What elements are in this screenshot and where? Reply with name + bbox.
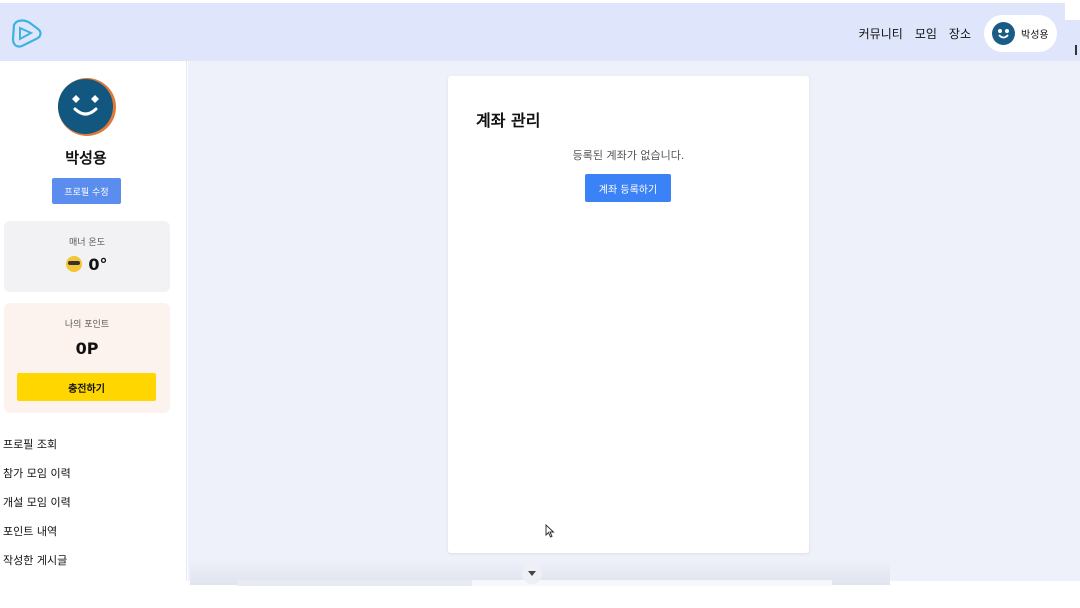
sidebar-item-created-history[interactable]: 개설 모임 이력 [3, 495, 71, 524]
main-nav: 커뮤니티 모임 장소 [859, 25, 971, 42]
app-frame: 커뮤니티 모임 장소 박성용 박성용 프로필 수정 매너 온도 0° 나의 포인… [0, 0, 1080, 608]
charge-button[interactable]: 충전하기 [17, 373, 156, 401]
main-content: 계좌 관리 등록된 계좌가 없습니다. 계좌 등록하기 [188, 61, 1080, 581]
nav-meetings[interactable]: 모임 [915, 25, 937, 42]
sidebar-item-points[interactable]: 포인트 내역 [3, 524, 71, 553]
page-title: 계좌 관리 [476, 111, 541, 130]
chevron-down-icon [528, 571, 536, 576]
sidebar-menu: 프로필 조회 참가 모임 이력 개설 모임 이력 포인트 내역 작성한 게시글 [3, 437, 71, 582]
user-menu-button[interactable]: 박성용 [984, 15, 1057, 52]
top-header: 커뮤니티 모임 장소 박성용 [0, 3, 1065, 61]
scroll-indicator [1075, 45, 1077, 55]
logo-icon[interactable] [8, 17, 44, 49]
nav-places[interactable]: 장소 [949, 25, 971, 42]
points-card: 나의 포인트 0P 충전하기 [4, 303, 170, 413]
user-name: 박성용 [1021, 30, 1049, 41]
manner-label: 매너 온도 [69, 238, 105, 248]
empty-message: 등록된 계좌가 없습니다. [572, 149, 685, 162]
sidebar-item-joined-history[interactable]: 참가 모임 이력 [3, 466, 71, 495]
register-account-button[interactable]: 계좌 등록하기 [585, 174, 671, 202]
manner-temperature-card: 매너 온도 0° [4, 221, 170, 292]
manner-value: 0° [88, 255, 108, 274]
sidebar: 박성용 프로필 수정 매너 온도 0° 나의 포인트 0P 충전하기 프로필 조… [0, 61, 187, 581]
scroll-down-button[interactable] [522, 564, 542, 584]
edit-profile-button[interactable]: 프로필 수정 [52, 178, 121, 204]
points-value: 0P [75, 339, 99, 358]
user-avatar [992, 22, 1015, 45]
avatar [58, 78, 116, 136]
account-panel: 계좌 관리 등록된 계좌가 없습니다. 계좌 등록하기 [448, 76, 809, 553]
sidebar-item-profile[interactable]: 프로필 조회 [3, 437, 71, 466]
sidebar-item-posts[interactable]: 작성한 게시글 [3, 553, 71, 582]
points-label: 나의 포인트 [64, 320, 110, 330]
profile-name: 박성용 [65, 149, 107, 167]
cursor-icon [545, 524, 555, 538]
sunglasses-emoji-icon [66, 256, 83, 272]
nav-community[interactable]: 커뮤니티 [859, 25, 903, 42]
